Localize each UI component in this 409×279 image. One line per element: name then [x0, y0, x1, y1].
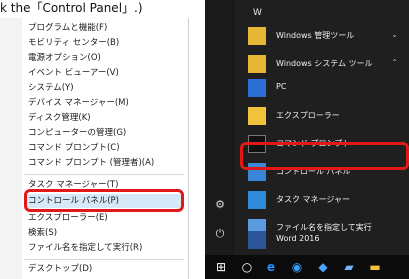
- start-menu: ⚙ ⏻ W Windows 管理ツール ⌄ Windows システム ツール ⌃…: [205, 0, 409, 279]
- start-item-label: Windows 管理ツール: [276, 31, 355, 40]
- winx-context-menu: プログラムと機能(F) モビリティ センター(B) 電源オプション(O) イベン…: [0, 18, 189, 279]
- menu-item-run[interactable]: ファイル名を指定して実行(R): [28, 242, 142, 254]
- menu-item-desktop[interactable]: デスクトップ(D): [28, 263, 92, 275]
- start-item-task-manager[interactable]: タスク マネージャー: [240, 186, 406, 214]
- folder-icon: [248, 27, 266, 45]
- start-item-label: タスク マネージャー: [276, 195, 350, 204]
- search-circle-icon[interactable]: ○: [239, 259, 255, 275]
- menu-icon-strip: [0, 18, 22, 279]
- start-item-word[interactable]: Word 2016: [240, 227, 406, 253]
- control-panel-highlight-box: [240, 142, 409, 170]
- menu-item-disk-management[interactable]: ディスク管理(K): [28, 112, 91, 124]
- start-item-label: Word 2016: [276, 234, 320, 243]
- word-icon: [248, 231, 266, 249]
- control-panel-highlight-box: [24, 189, 184, 212]
- menu-item-command-prompt[interactable]: コマンド プロンプト(C): [28, 142, 120, 154]
- chevron-down-icon: ⌄: [391, 30, 398, 39]
- start-rail: ⚙ ⏻: [205, 0, 235, 279]
- menu-item-power-options[interactable]: 電源オプション(O): [28, 52, 101, 64]
- windows-start-icon[interactable]: ⊞: [213, 259, 229, 275]
- taskbar: ⊞ ○ e ◉ ◆ ▰ ▬: [205, 255, 409, 279]
- chevron-up-icon: ⌃: [391, 58, 398, 67]
- section-letter[interactable]: W: [253, 8, 262, 18]
- store-icon[interactable]: ◉: [289, 259, 305, 275]
- power-icon[interactable]: ⏻: [213, 227, 227, 241]
- start-item-admin-tools[interactable]: Windows 管理ツール ⌄: [240, 22, 406, 50]
- menu-item-search[interactable]: 検索(S): [28, 227, 57, 239]
- settings-icon[interactable]: ⚙: [213, 198, 227, 212]
- menu-item-device-manager[interactable]: デバイス マネージャー(M): [28, 97, 129, 109]
- instruction-caption: k the「Control Panel」.): [0, 1, 143, 15]
- start-item-pc[interactable]: PC: [240, 74, 406, 102]
- menu-item-programs-features[interactable]: プログラムと機能(F): [28, 22, 107, 34]
- start-item-label: Windows システム ツール: [276, 59, 373, 68]
- start-item-label: PC: [276, 82, 287, 91]
- menu-divider: [24, 259, 184, 260]
- pc-icon: [248, 79, 266, 97]
- explorer-icon: [248, 107, 266, 125]
- file-explorer-icon[interactable]: ▬: [367, 259, 383, 275]
- browser-icon[interactable]: ◆: [315, 259, 331, 275]
- menu-divider: [24, 174, 184, 175]
- menu-item-mobility-center[interactable]: モビリティ センター(B): [28, 37, 119, 49]
- task-manager-icon: [248, 191, 266, 209]
- start-item-label: エクスプローラー: [276, 111, 340, 120]
- menu-item-system[interactable]: システム(Y): [28, 82, 74, 94]
- menu-item-computer-management[interactable]: コンピューターの管理(G): [28, 127, 126, 139]
- folder-icon: [248, 55, 266, 73]
- menu-item-explorer[interactable]: エクスプローラー(E): [28, 212, 108, 224]
- start-item-explorer[interactable]: エクスプローラー: [240, 102, 406, 130]
- edge-icon[interactable]: e: [263, 259, 279, 275]
- menu-item-event-viewer[interactable]: イベント ビューアー(V): [28, 67, 119, 79]
- menu-item-command-prompt-admin[interactable]: コマンド プロンプト (管理者)(A): [28, 157, 154, 169]
- app-icon[interactable]: ▰: [341, 259, 357, 275]
